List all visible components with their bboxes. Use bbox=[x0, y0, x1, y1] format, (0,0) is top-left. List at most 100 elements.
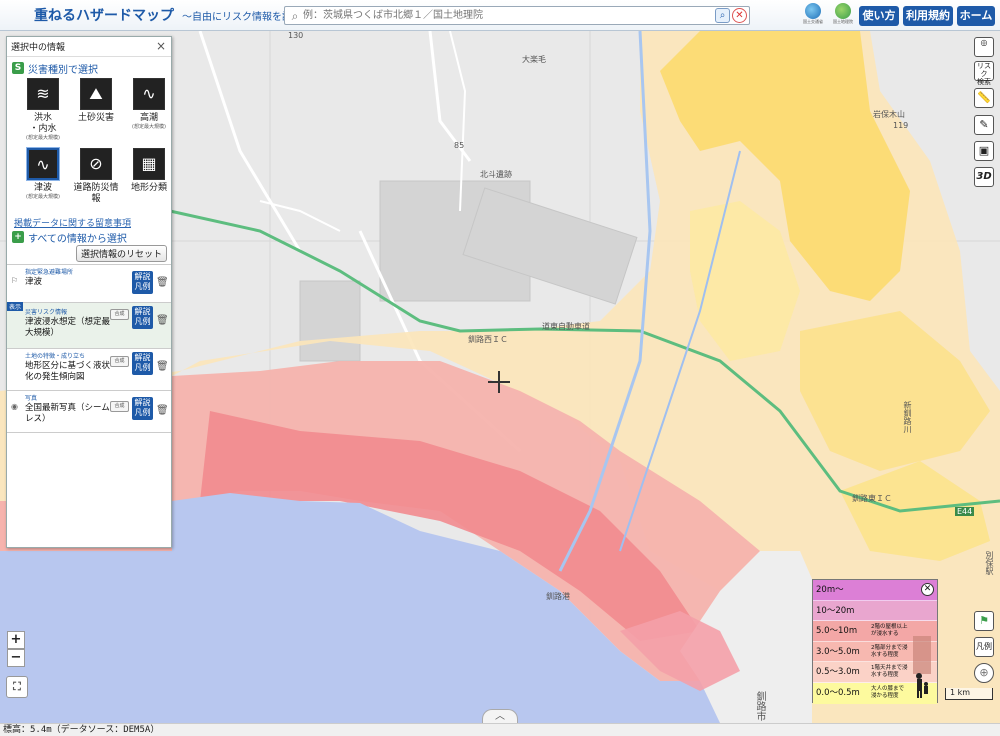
zoom-out-button[interactable]: − bbox=[7, 649, 25, 667]
expand-panel-chevron-icon[interactable]: ︿ bbox=[482, 709, 518, 723]
mlit-logo-icon bbox=[805, 3, 821, 19]
category-icon: S bbox=[12, 62, 24, 74]
search-icon: ⌕ bbox=[291, 8, 299, 23]
layer-icon[interactable]: ◎ bbox=[974, 37, 994, 57]
layer-item-evacuation[interactable]: ⚐ 指定緊急避難場所 津波 解説 凡例 🗑 bbox=[7, 265, 171, 303]
map-type-icon[interactable]: ⛶ bbox=[6, 676, 28, 698]
toolbox-icon[interactable]: ▣ bbox=[974, 141, 994, 161]
map-label-kushiro-higashi-ic: 釧路東ＩＣ bbox=[852, 494, 892, 503]
map-label-doto-expressway: 道東自動車道 bbox=[542, 322, 590, 331]
elevation-status-bar: 標高：5.4m（データソース：DEM5A） bbox=[0, 723, 1000, 736]
search-submit-icon[interactable]: ⌕ bbox=[715, 8, 730, 23]
legend-desc: 2階の屋根以上が浸水する bbox=[871, 624, 908, 638]
hazard-road[interactable]: ⊘ 道路防災情報 bbox=[72, 148, 120, 216]
howto-button[interactable]: 使い方 bbox=[859, 6, 899, 26]
select-by-type-header[interactable]: S 災害種別で選択 bbox=[7, 60, 171, 76]
hazard-landslide[interactable]: ⛰ 土砂災害 bbox=[72, 78, 120, 146]
mlit-logo[interactable]: 国土交通省 bbox=[800, 3, 826, 29]
legend-label: 20m～ bbox=[816, 585, 844, 595]
tsunami-icon: ∿ bbox=[27, 148, 59, 180]
map-label-spot130: 130 bbox=[288, 31, 304, 40]
trash-icon[interactable]: 🗑 bbox=[156, 360, 169, 373]
layer-title: 全国最新写真（シームレス） bbox=[25, 403, 110, 424]
evacuation-sign-icon: ⚐ bbox=[11, 276, 19, 285]
home-button[interactable]: ホーム bbox=[957, 6, 995, 26]
scale-bar: 1 km bbox=[945, 688, 993, 700]
layer-title: 津波浸水想定（想定最大規模） bbox=[25, 317, 111, 338]
select-all-info-label: すべての情報から選択 bbox=[28, 233, 127, 245]
composite-toggle[interactable]: 合成 bbox=[110, 401, 129, 412]
map-label-e44: E44 bbox=[955, 507, 975, 516]
legend-row-20m: 20m～ ✕ bbox=[813, 580, 937, 601]
trash-icon[interactable]: 🗑 bbox=[156, 314, 169, 327]
measure-icon[interactable]: 📏 bbox=[974, 88, 994, 108]
trash-icon[interactable]: 🗑 bbox=[156, 404, 169, 417]
map-label-spot85: 85 bbox=[454, 141, 465, 150]
risk-search-button[interactable]: リスク 検索 bbox=[974, 61, 994, 86]
legend-row-10-20m: 10～20m bbox=[813, 600, 937, 622]
legend-desc: 1階天井まで浸水する程度 bbox=[871, 665, 908, 679]
app-header: 重ねるハザードマップ ～自由にリスク情報を調べる～ ⌕ ⌕ ✕ 国土交通省 国土… bbox=[0, 0, 1000, 31]
gsi-logo[interactable]: 国土地理院 bbox=[830, 3, 856, 29]
trash-icon[interactable]: 🗑 bbox=[156, 276, 169, 289]
layer-legend-button[interactable]: 解説 凡例 bbox=[132, 306, 153, 329]
hazard-flood-label: 洪水 ・内水 bbox=[29, 113, 57, 134]
gsi-logo-icon bbox=[835, 3, 851, 19]
layer-legend-button[interactable]: 解説 凡例 bbox=[132, 352, 153, 375]
legend-label: 0.0～0.5m bbox=[816, 687, 860, 698]
3d-button[interactable]: 3D bbox=[974, 167, 994, 187]
layer-legend-button[interactable]: 解説 凡例 bbox=[132, 271, 153, 294]
reset-selection-button[interactable]: 選択情報のリセット bbox=[75, 245, 167, 262]
data-notice-link[interactable]: 掲載データに関する留意事項 bbox=[7, 216, 171, 229]
select-all-info-header[interactable]: + すべての情報から選択 bbox=[7, 229, 171, 245]
hazard-terrain-label: 地形分類 bbox=[130, 183, 167, 193]
draw-pencil-icon[interactable]: ✎ bbox=[974, 115, 994, 135]
legend-label: 3.0～5.0m bbox=[816, 646, 860, 657]
hazard-flood-note: (想定最大規模) bbox=[26, 135, 60, 141]
layer-item-liquefaction[interactable]: 土地の特徴・成り立ち 地形区分に基づく液状化の発生傾向図 合成 解説 凡例 🗑 bbox=[7, 349, 171, 391]
legend-label: 10～20m bbox=[816, 605, 855, 616]
visible-badge: 表示 bbox=[7, 302, 24, 311]
panel-header: 選択中の情報 bbox=[7, 37, 171, 57]
layer-title: 地形区分に基づく液状化の発生傾向図 bbox=[25, 361, 111, 382]
layer-title: 津波 bbox=[25, 277, 43, 287]
layer-legend-button[interactable]: 解説 凡例 bbox=[132, 397, 153, 420]
hazard-storm-surge[interactable]: ∿ 高潮 (想定最大規模) bbox=[125, 78, 173, 146]
landslide-icon: ⛰ bbox=[80, 78, 112, 110]
map-label-kushiro-nishi-ic: 釧路西ＩＣ bbox=[468, 335, 508, 344]
composite-toggle[interactable]: 合成 bbox=[110, 309, 129, 320]
hazard-tsunami-label: 津波 bbox=[33, 183, 52, 193]
camera-icon: ◉ bbox=[11, 402, 18, 411]
hazard-tsunami[interactable]: ∿ 津波 (想定最大規模) bbox=[19, 148, 67, 216]
gsi-logo-label: 国土地理院 bbox=[833, 19, 853, 24]
search-input[interactable] bbox=[303, 7, 715, 24]
terms-button[interactable]: 利用規約 bbox=[903, 6, 953, 26]
composite-toggle[interactable]: 合成 bbox=[110, 356, 129, 367]
house-person-illustration-icon bbox=[913, 636, 931, 698]
zoom-in-button[interactable]: + bbox=[7, 631, 25, 649]
map-label-otanoshike: 大楽毛 bbox=[522, 55, 546, 64]
hazard-road-label: 道路防災情報 bbox=[73, 183, 119, 204]
legend-toggle-button[interactable]: 凡例 bbox=[974, 637, 994, 657]
hazard-flood[interactable]: ≋ 洪水 ・内水 (想定最大規模) bbox=[19, 78, 67, 146]
layer-item-photo[interactable]: ◉ 写真 全国最新写真（シームレス） 合成 解説 凡例 🗑 bbox=[7, 391, 171, 433]
plus-icon: + bbox=[12, 231, 24, 243]
evacuation-icon[interactable]: ⚑ bbox=[974, 611, 994, 631]
panel-close-icon[interactable]: × bbox=[156, 39, 166, 53]
location-icon[interactable]: ⊕ bbox=[974, 663, 994, 683]
map-label-kushiro-city: 釧路市 bbox=[754, 691, 765, 721]
flood-icon: ≋ bbox=[27, 78, 59, 110]
storm-surge-icon: ∿ bbox=[133, 78, 165, 110]
map-label-iwaboki: 岩保木山 bbox=[873, 110, 905, 119]
clear-search-icon[interactable]: ✕ bbox=[732, 8, 747, 23]
selected-info-panel: 選択中の情報 × S 災害種別で選択 ≋ 洪水 ・内水 (想定最大規模) ⛰ 土… bbox=[6, 36, 172, 548]
hazard-storm-surge-label: 高潮 bbox=[139, 113, 158, 123]
map-center-crosshair bbox=[488, 371, 510, 393]
hazard-terrain[interactable]: ▦ 地形分類 bbox=[125, 148, 173, 216]
app-title[interactable]: 重ねるハザードマップ bbox=[34, 5, 174, 25]
hazard-type-grid: ≋ 洪水 ・内水 (想定最大規模) ⛰ 土砂災害 ∿ 高潮 (想定最大規模) ∿… bbox=[7, 76, 171, 216]
legend-desc: 2階部分まで浸水する程度 bbox=[871, 644, 908, 658]
panel-title: 選択中の情報 bbox=[11, 43, 66, 53]
layer-item-tsunami[interactable]: 表示 災害リスク情報 津波浸水想定（想定最大規模） 合成 解説 凡例 🗑 bbox=[7, 302, 171, 349]
legend-close-icon[interactable]: ✕ bbox=[921, 583, 934, 596]
